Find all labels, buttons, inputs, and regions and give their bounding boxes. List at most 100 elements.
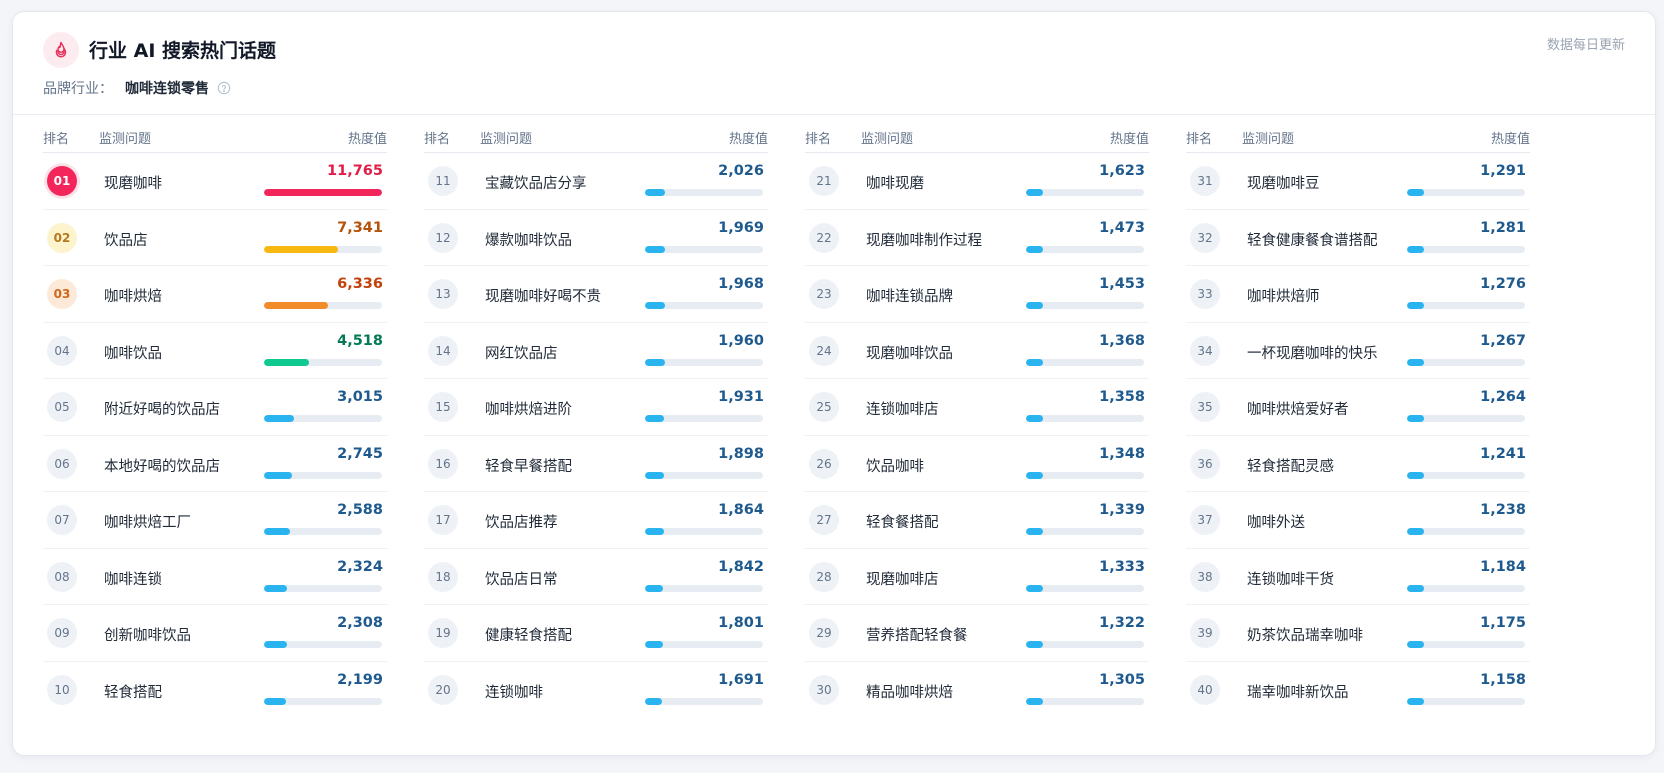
topic-row[interactable]: 28 现磨咖啡店 1,333: [805, 549, 1149, 605]
topic-question: 咖啡连锁品牌: [866, 289, 953, 305]
topic-row[interactable]: 33 咖啡烘焙师 1,276: [1186, 266, 1530, 323]
question-header: 监测问题: [99, 132, 152, 147]
topic-question: 咖啡烘焙师: [1247, 289, 1320, 305]
topic-row[interactable]: 02 饮品店 7,341: [43, 210, 387, 266]
ranking-column: 排名 监测问题 热度值 31 现磨咖啡豆 1,291 32 轻食健康餐食谱搭配 1,281 33 咖…: [1186, 115, 1530, 755]
heat-value: 2,745: [337, 445, 383, 462]
topic-row[interactable]: 20 连锁咖啡 1,691: [424, 662, 768, 719]
topic-row[interactable]: 18 饮品店日常 1,842: [424, 549, 768, 605]
topic-row[interactable]: 14 网红饮品店 1,960: [424, 323, 768, 379]
rank-badge: 09: [47, 618, 77, 648]
topic-question: 轻食搭配: [104, 684, 162, 701]
topic-row[interactable]: 30 精品咖啡烘焙 1,305: [805, 662, 1149, 719]
topic-row[interactable]: 24 现磨咖啡饮品 1,368: [805, 323, 1149, 379]
topic-row[interactable]: 35 咖啡烘焙爱好者 1,264: [1186, 379, 1530, 436]
topic-row[interactable]: 36 轻食搭配灵感 1,241: [1186, 436, 1530, 492]
rank-badge: 39: [1190, 618, 1220, 648]
topic-row[interactable]: 13 现磨咖啡好喝不贵 1,968: [424, 266, 768, 323]
heat-value: 2,199: [337, 671, 383, 688]
heat-bar-track: [264, 584, 382, 592]
topic-row[interactable]: 04 咖啡饮品 4,518: [43, 323, 387, 379]
topic-row[interactable]: 40 瑞幸咖啡新饮品 1,158: [1186, 662, 1530, 719]
topic-row[interactable]: 22 现磨咖啡制作过程 1,473: [805, 210, 1149, 266]
heat-bar-track: [645, 584, 763, 592]
topic-question: 现磨咖啡店: [866, 571, 939, 588]
topic-row[interactable]: 15 咖啡烘焙进阶 1,931: [424, 379, 768, 436]
topic-row[interactable]: 32 轻食健康餐食谱搭配 1,281: [1186, 210, 1530, 266]
topic-row[interactable]: 17 饮品店推荐 1,864: [424, 492, 768, 549]
topic-row[interactable]: 09 创新咖啡饮品 2,308: [43, 605, 387, 662]
topic-row[interactable]: 11 宝藏饮品店分享 2,026: [424, 153, 768, 210]
topic-row[interactable]: 08 咖啡连锁 2,324: [43, 549, 387, 605]
heat-bar-fill: [1407, 584, 1424, 592]
heat-bar-fill: [1026, 415, 1043, 422]
topic-row[interactable]: 29 营养搭配轻食餐 1,322: [805, 605, 1149, 662]
heat-value: 1,801: [718, 615, 764, 631]
topic-row[interactable]: 12 爆款咖啡饮品 1,969: [424, 210, 768, 266]
heat-bar-track: [264, 302, 382, 309]
heat-bar-fill: [264, 415, 295, 422]
topic-row[interactable]: 38 连锁咖啡干货 1,184: [1186, 549, 1530, 605]
topic-row[interactable]: 10 轻食搭配 2,199: [43, 662, 387, 719]
heat-bar-track: [1026, 358, 1144, 366]
heat-bar-track: [645, 245, 763, 253]
rank-badge: 17: [428, 505, 458, 535]
topic-row[interactable]: 39 奶茶饮品瑞幸咖啡 1,175: [1186, 605, 1530, 662]
heat-bar-fill: [645, 302, 665, 309]
rank-badge: 04: [47, 335, 77, 366]
topic-row[interactable]: 34 一杯现磨咖啡的快乐 1,267: [1186, 323, 1530, 379]
flame-icon: [43, 32, 79, 68]
topic-row[interactable]: 19 健康轻食搭配 1,801: [424, 605, 768, 662]
topic-question: 现磨咖啡饮品: [866, 345, 953, 362]
topic-row[interactable]: 26 饮品咖啡 1,348: [805, 436, 1149, 492]
heat-bar-fill: [264, 471, 292, 479]
topic-row[interactable]: 27 轻食餐搭配 1,339: [805, 492, 1149, 549]
rank-badge: 31: [1190, 166, 1220, 196]
heat-bar-track: [1407, 245, 1525, 253]
rank-badge: 25: [809, 392, 839, 422]
topic-row[interactable]: 21 咖啡现磨 1,623: [805, 153, 1149, 210]
heat-bar-fill: [1407, 189, 1424, 196]
heat-bar-fill: [264, 245, 338, 253]
rank-badge: 21: [809, 166, 839, 196]
heat-bar-track: [1407, 697, 1525, 705]
topic-question: 轻食餐搭配: [866, 515, 939, 531]
topic-row[interactable]: 03 咖啡烘焙 6,336: [43, 266, 387, 323]
topic-question: 现磨咖啡好喝不贵: [485, 289, 601, 305]
topic-question: 现磨咖啡: [104, 176, 162, 192]
heat-bar-track: [645, 641, 763, 648]
topic-row[interactable]: 06 本地好喝的饮品店 2,745: [43, 436, 387, 492]
heat-bar-fill: [264, 584, 288, 592]
heat-value: 6,336: [337, 276, 383, 292]
ranking-column: 排名 监测问题 热度值 01 现磨咖啡 11,765 02 饮品店 7,341 03 咖啡烘焙 6,3…: [43, 115, 387, 755]
question-circle-icon[interactable]: [217, 81, 231, 95]
topic-row[interactable]: 16 轻食早餐搭配 1,898: [424, 436, 768, 492]
rank-header: 排名: [1186, 132, 1213, 147]
topic-question: 现磨咖啡制作过程: [866, 232, 982, 249]
heat-value: 1,339: [1099, 502, 1145, 518]
rank-badge: 05: [47, 392, 77, 422]
heat-bar-track: [264, 471, 382, 479]
heat-bar-track: [264, 415, 382, 422]
heat-value: 1,691: [718, 671, 764, 688]
heat-value: 1,358: [1099, 389, 1145, 405]
rank-header: 排名: [424, 132, 451, 147]
heat-value: 1,368: [1099, 332, 1145, 349]
topic-row[interactable]: 23 咖啡连锁品牌 1,453: [805, 266, 1149, 323]
heat-bar-fill: [1407, 415, 1424, 422]
topic-row[interactable]: 37 咖啡外送 1,238: [1186, 492, 1530, 549]
question-header: 监测问题: [480, 132, 533, 147]
rank-badge: 26: [809, 448, 839, 479]
topic-row[interactable]: 25 连锁咖啡店 1,358: [805, 379, 1149, 436]
topic-row[interactable]: 07 咖啡烘焙工厂 2,588: [43, 492, 387, 549]
heat-value: 1,281: [1480, 219, 1526, 236]
heat-bar-fill: [1407, 641, 1424, 648]
heat-bar-fill: [264, 302, 328, 309]
heat-value: 1,241: [1480, 445, 1526, 462]
topic-row[interactable]: 31 现磨咖啡豆 1,291: [1186, 153, 1530, 210]
heat-bar-fill: [1407, 245, 1424, 253]
rank-badge: 15: [428, 392, 458, 422]
topic-row[interactable]: 05 附近好喝的饮品店 3,015: [43, 379, 387, 436]
topic-row[interactable]: 01 现磨咖啡 11,765: [43, 153, 387, 210]
topic-question: 精品咖啡烘焙: [866, 684, 953, 701]
